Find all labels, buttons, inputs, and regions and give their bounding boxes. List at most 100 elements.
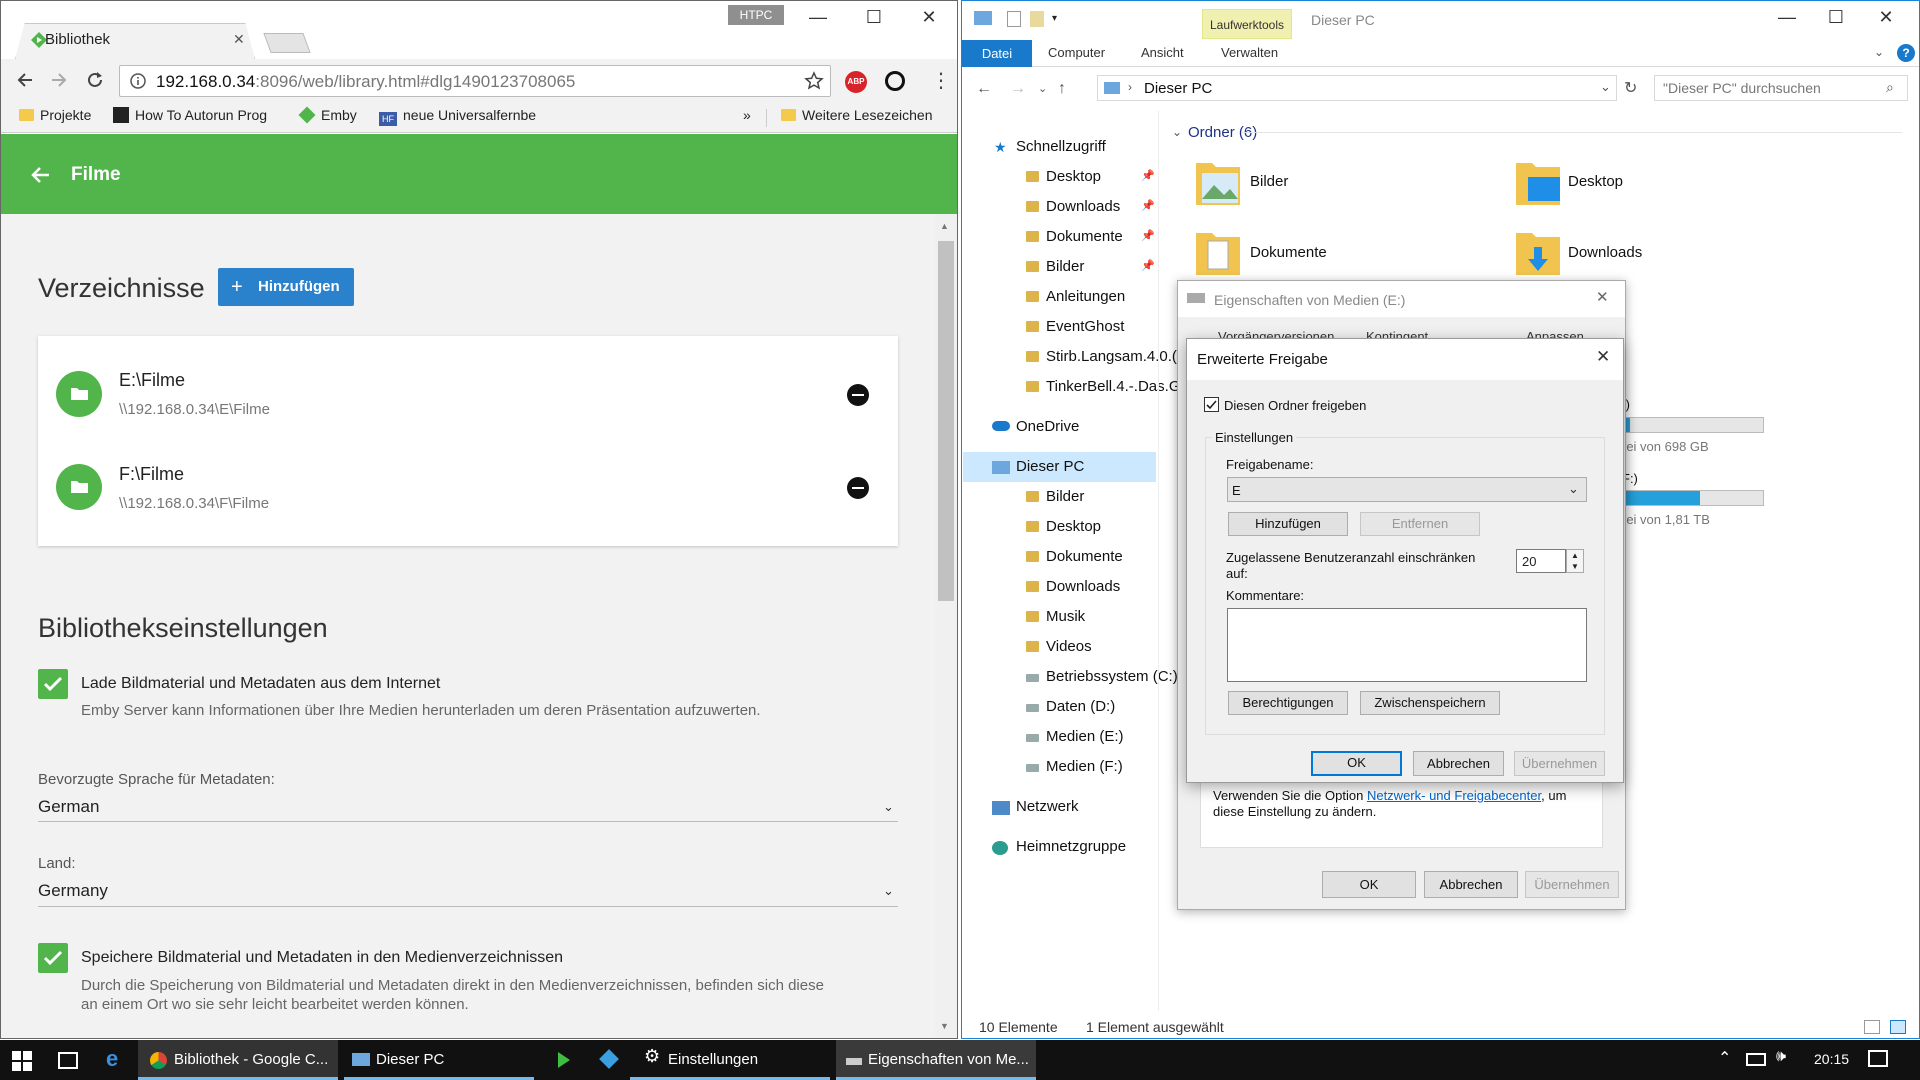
other-bookmarks[interactable]: Weitere Lesezeichen [781, 107, 932, 123]
edge-icon[interactable]: e [106, 1046, 118, 1072]
share-folder-checkbox[interactable] [1204, 397, 1219, 412]
forward-icon[interactable] [49, 70, 69, 90]
caching-button[interactable]: Zwischenspeichern [1360, 691, 1500, 715]
pin-icon[interactable]: 📌 [1141, 169, 1155, 182]
bookmark-autorun[interactable]: How To Autorun Prog [113, 107, 267, 123]
action-center-icon[interactable] [1868, 1050, 1888, 1067]
close-icon[interactable]: ✕ [909, 7, 949, 28]
add-share-button[interactable]: Hinzufügen [1228, 512, 1348, 536]
scroll-thumb[interactable] [938, 241, 954, 601]
nav-quick-item[interactable]: Anleitungen [1026, 288, 1125, 305]
clock[interactable]: 20:15 [1814, 1051, 1849, 1067]
share-name-select[interactable] [1227, 477, 1587, 502]
expand-ribbon-icon[interactable]: ⌄ [1874, 45, 1884, 59]
maximize-icon[interactable]: ☐ [854, 7, 894, 28]
reload-icon[interactable] [85, 70, 105, 90]
nav-quick-item[interactable]: TinkerBell.4.-.Das.Ge [1026, 378, 1189, 395]
bookmark-emby[interactable]: Emby [298, 106, 357, 124]
nav-quick-item[interactable]: Bilder [1026, 258, 1084, 275]
country-select[interactable]: Germany [38, 881, 108, 901]
minimize-icon[interactable]: — [1767, 7, 1807, 28]
remove-share-button[interactable]: Entfernen [1360, 512, 1480, 536]
pictures-folder-icon[interactable] [1194, 157, 1240, 209]
windows-start-icon[interactable] [12, 1051, 32, 1071]
close-icon[interactable]: ✕ [1596, 347, 1610, 367]
bookmark-projekte[interactable]: Projekte [19, 107, 91, 123]
properties-icon[interactable] [1007, 11, 1021, 27]
nav-pc-item[interactable]: Betriebssystem (C:) [1026, 668, 1178, 685]
scroll-up-icon[interactable]: ▲ [940, 221, 949, 231]
nav-onedrive[interactable]: OneDrive [1016, 418, 1079, 435]
maximize-icon[interactable]: ☐ [1816, 7, 1856, 28]
tab-close-icon[interactable]: ✕ [233, 31, 245, 48]
nav-quick-item[interactable]: EventGhost [1026, 318, 1124, 335]
remove-directory-button[interactable] [847, 477, 869, 499]
apply-button[interactable]: Übernehmen [1514, 751, 1605, 776]
tab-computer[interactable]: Computer [1048, 45, 1105, 60]
chevron-down-icon[interactable]: ⌄ [1568, 481, 1579, 497]
nav-quick-access[interactable]: Schnellzugriff [1016, 138, 1106, 155]
extension-icon[interactable] [885, 71, 905, 91]
nav-quick-item[interactable]: Desktop [1026, 168, 1101, 185]
up-icon[interactable]: ↑ [1058, 80, 1066, 98]
tab-ansicht[interactable]: Ansicht [1141, 45, 1184, 60]
menu-icon[interactable]: ⋮ [931, 71, 951, 91]
language-select[interactable]: German [38, 797, 99, 817]
share-folder-label[interactable]: Diesen Ordner freigeben [1224, 398, 1366, 413]
bookmark-star-icon[interactable] [804, 71, 824, 91]
new-folder-icon[interactable] [1030, 11, 1044, 27]
folder-label[interactable]: Desktop [1568, 173, 1623, 190]
fetch-metadata-checkbox[interactable] [38, 669, 68, 699]
tab-datei[interactable]: Datei [962, 40, 1032, 67]
nav-pc-item[interactable]: Downloads [1026, 578, 1120, 595]
forward-icon[interactable]: → [1010, 80, 1026, 98]
search-icon[interactable]: ⌕ [1886, 79, 1894, 96]
nav-this-pc[interactable]: Dieser PC [1016, 458, 1084, 475]
back-icon[interactable]: ← [976, 80, 992, 98]
desktop-folder-icon[interactable] [1514, 157, 1560, 209]
back-icon[interactable] [15, 70, 35, 90]
nav-quick-item[interactable]: Dokumente [1026, 228, 1123, 245]
recent-dropdown-icon[interactable]: ⌄ [1038, 82, 1047, 95]
nav-pc-item[interactable]: Desktop [1026, 518, 1101, 535]
volume-icon[interactable]: 🕪 [1776, 1048, 1786, 1066]
nav-quick-item[interactable]: Downloads [1026, 198, 1120, 215]
nav-pc-item[interactable]: Videos [1026, 638, 1092, 655]
apply-button[interactable]: Übernehmen [1525, 871, 1619, 898]
close-icon[interactable]: ✕ [1866, 7, 1906, 28]
remove-directory-button[interactable] [847, 384, 869, 406]
folder-label[interactable]: Downloads [1568, 244, 1642, 261]
media-player-icon[interactable] [556, 1050, 572, 1070]
network-icon[interactable] [1746, 1053, 1766, 1066]
nav-pc-item[interactable]: Bilder [1026, 488, 1084, 505]
downloads-folder-icon[interactable] [1514, 227, 1560, 279]
nav-pc-item[interactable]: Medien (F:) [1026, 758, 1123, 775]
bookmark-universal[interactable]: HF neue Universalfernbe [379, 107, 536, 126]
tiles-view-icon[interactable] [1890, 1020, 1906, 1034]
profile-badge[interactable]: HTPC [728, 5, 784, 25]
adblock-icon[interactable]: ABP [845, 71, 867, 93]
permissions-button[interactable]: Berechtigungen [1228, 691, 1348, 715]
folder-label[interactable]: Dokumente [1250, 244, 1327, 261]
pin-icon[interactable]: 📌 [1141, 229, 1155, 242]
network-center-link[interactable]: Netzwerk- und Freigabecenter [1367, 788, 1541, 803]
quick-access-dropdown-icon[interactable]: ▾ [1052, 13, 1057, 24]
info-icon[interactable] [130, 73, 146, 89]
new-tab-button[interactable] [263, 33, 311, 53]
bookmarks-overflow[interactable]: » [743, 107, 751, 123]
task-view-icon[interactable] [58, 1052, 78, 1069]
nav-pc-item[interactable]: Musik [1026, 608, 1085, 625]
tab-verwalten[interactable]: Verwalten [1221, 45, 1278, 60]
pin-icon[interactable]: 📌 [1141, 199, 1155, 212]
details-view-icon[interactable] [1864, 1020, 1880, 1034]
pin-icon[interactable]: 📌 [1141, 259, 1155, 272]
breadcrumb-chevron-icon[interactable]: › [1128, 80, 1132, 94]
cancel-button[interactable]: Abbrechen [1424, 871, 1518, 898]
ok-button[interactable]: OK [1311, 751, 1402, 776]
nav-quick-item[interactable]: Stirb.Langsam.4.0.(2 [1026, 348, 1185, 365]
address-dropdown-icon[interactable]: ⌄ [1600, 79, 1611, 95]
ribbon-context-tab[interactable]: Laufwerktools [1202, 9, 1292, 39]
nav-pc-item[interactable]: Dokumente [1026, 548, 1123, 565]
limit-stepper[interactable]: ▲ ▼ [1566, 549, 1584, 573]
documents-folder-icon[interactable] [1194, 227, 1240, 279]
